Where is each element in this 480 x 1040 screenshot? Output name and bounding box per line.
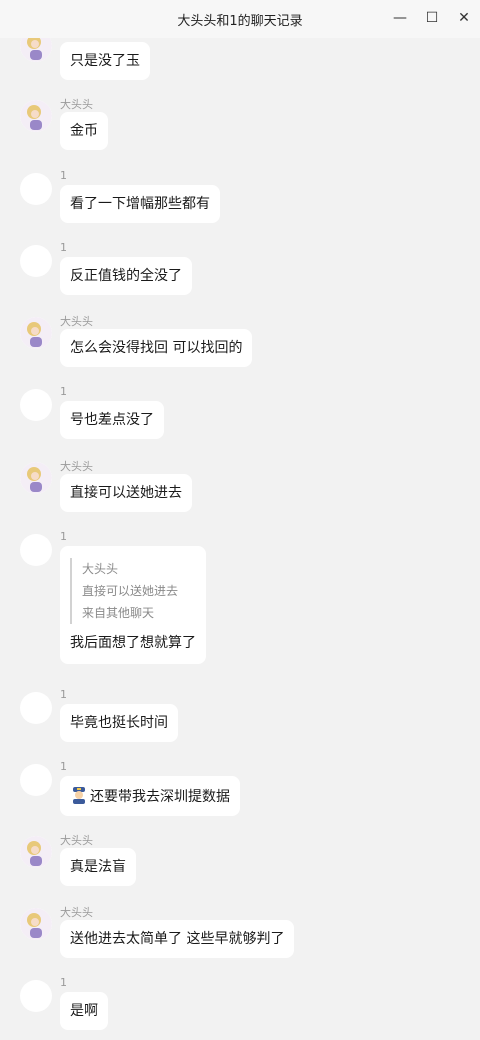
message-bubble[interactable]: 怎么会没得找回 可以找回的	[60, 329, 253, 367]
chat-history[interactable]: 只是没了玉 大头头 金币 1 看了一下增幅那些都有 1 反正值钱的全没了 大头头…	[0, 38, 480, 1040]
quoted-message[interactable]: 大头头 直接可以送她进去 来自其他聊天	[70, 558, 196, 624]
quote-source: 来自其他聊天	[82, 606, 155, 620]
sender-name: 大头头	[60, 906, 93, 919]
girl-avatar-icon[interactable]	[20, 317, 52, 349]
message-bubble[interactable]: 毕竟也挺长时间	[60, 704, 178, 742]
message-bubble[interactable]: 直接可以送她进去	[60, 474, 192, 512]
message-bubble[interactable]: 大头头 直接可以送她进去 来自其他聊天 我后面想了想就算了	[60, 546, 206, 664]
message-bubble[interactable]: 只是没了玉	[60, 42, 150, 80]
message-bubble[interactable]: 反正值钱的全没了	[60, 257, 192, 295]
maximize-button[interactable]: ☐	[420, 6, 444, 30]
message-bubble[interactable]: 送他进去太简单了 这些早就够判了	[60, 920, 295, 958]
message-bubble[interactable]: 真是法盲	[60, 848, 136, 886]
sender-name: 1	[60, 169, 67, 182]
sender-name: 1	[60, 530, 67, 543]
quote-text: 直接可以送她进去	[82, 584, 179, 598]
minimize-button[interactable]: —	[388, 6, 412, 30]
blank-avatar[interactable]	[20, 764, 52, 796]
blank-avatar[interactable]	[20, 173, 52, 205]
sender-name: 大头头	[60, 834, 93, 847]
sender-name: 1	[60, 241, 67, 254]
message-bubble[interactable]: 是啊	[60, 992, 108, 1030]
sender-name: 1	[60, 760, 67, 773]
girl-avatar-icon[interactable]	[20, 100, 52, 132]
girl-avatar-icon[interactable]	[20, 38, 52, 62]
message-bubble[interactable]: 金币	[60, 112, 108, 150]
girl-avatar-icon[interactable]	[20, 462, 52, 494]
blank-avatar[interactable]	[20, 534, 52, 566]
close-button[interactable]: ✕	[452, 6, 476, 30]
title-bar: 大头头和1的聊天记录 — ☐ ✕	[0, 0, 480, 38]
quote-sender: 大头头	[82, 562, 119, 576]
blank-avatar[interactable]	[20, 389, 52, 421]
blank-avatar[interactable]	[20, 692, 52, 724]
sender-name: 1	[60, 385, 67, 398]
police-officer-emoji-icon	[70, 786, 88, 804]
sender-name: 大头头	[60, 315, 93, 328]
sender-name: 1	[60, 976, 67, 989]
blank-avatar[interactable]	[20, 245, 52, 277]
sender-name: 大头头	[60, 460, 93, 473]
message-bubble[interactable]: 看了一下增幅那些都有	[60, 185, 220, 223]
sender-name: 大头头	[60, 98, 93, 111]
message-text: 还要带我去深圳提数据	[90, 789, 230, 805]
message-bubble[interactable]: 号也差点没了	[60, 401, 164, 439]
blank-avatar[interactable]	[20, 980, 52, 1012]
girl-avatar-icon[interactable]	[20, 908, 52, 940]
girl-avatar-icon[interactable]	[20, 836, 52, 868]
sender-name: 1	[60, 688, 67, 701]
message-text: 我后面想了想就算了	[70, 635, 196, 651]
message-bubble[interactable]: 还要带我去深圳提数据	[60, 776, 240, 816]
